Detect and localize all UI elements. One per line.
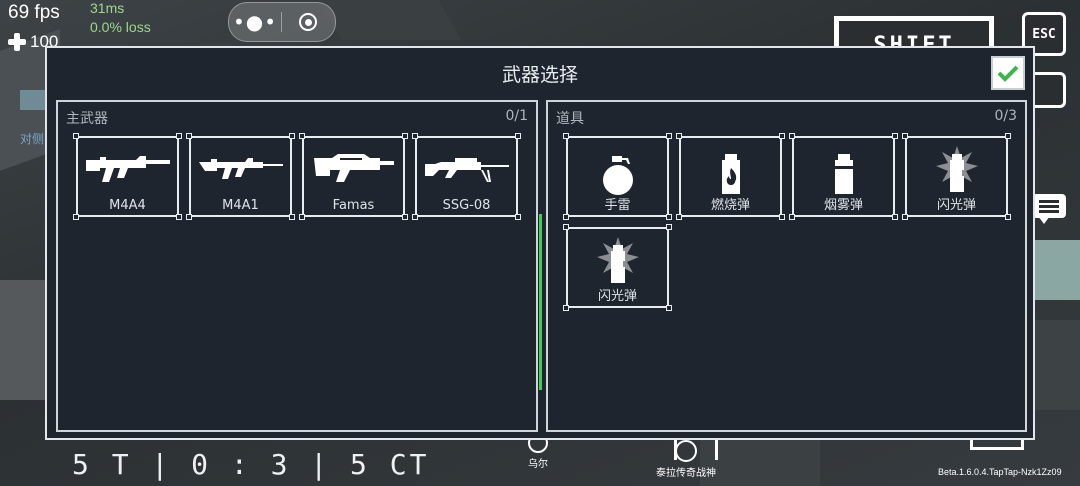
primary-weapon-count: 0/1 — [505, 108, 528, 124]
primary-weapon-header: 主武器 — [66, 111, 108, 127]
equipment-label: 燃烧弹 — [710, 198, 750, 213]
famas-rifle-icon — [313, 154, 394, 182]
sniper-rifle-icon — [424, 158, 509, 182]
weapon-label: Famas — [332, 198, 375, 213]
player-marker: 泰拉传奇战神 — [656, 440, 716, 479]
m4a1-rifle-icon — [198, 158, 283, 179]
fps-counter: 69 fps — [8, 2, 60, 23]
frag-grenade-icon — [602, 156, 633, 195]
equipment-panel: 道具 0/3 手雷 燃烧弹 烟雾弹 闪光弹 闪光弹 — [546, 100, 1027, 432]
weapon-slot-famas[interactable]: Famas — [299, 133, 408, 220]
confirm-button[interactable] — [991, 56, 1025, 90]
weapon-slot-m4a4[interactable]: M4A4 — [73, 133, 182, 220]
chat-button[interactable] — [1030, 192, 1070, 226]
team-side-label: 对侧 — [20, 132, 45, 146]
equipment-slot-flashbang[interactable]: 闪光弹 — [563, 224, 672, 311]
more-menu-button[interactable]: •●• — [229, 3, 281, 41]
equipment-count: 0/3 — [994, 108, 1017, 124]
primary-weapon-panel: 主武器 0/1 M4A4 M4A1 Famas SSG-08 — [56, 100, 538, 432]
flashbang-icon — [596, 237, 639, 283]
round-score: 5 T | 0 : 3 | 5 CT — [72, 448, 430, 481]
map-wall — [700, 440, 820, 486]
health-cross-icon — [8, 33, 26, 51]
equipment-label: 闪光弹 — [597, 289, 637, 304]
m4a4-rifle-icon — [85, 156, 170, 182]
equipment-slot-flashbang[interactable]: 闪光弹 — [902, 133, 1011, 220]
player-name: 乌尔 — [528, 459, 548, 470]
player-ring-icon — [675, 440, 697, 462]
weapon-slot-ssg08[interactable]: SSG-08 — [412, 133, 521, 220]
incendiary-grenade-icon — [721, 154, 740, 194]
miniprogram-capsule: •●• — [228, 2, 336, 42]
checkmark-icon — [997, 65, 1019, 82]
weapon-label: SSG-08 — [442, 198, 491, 213]
weapon-select-dialog: 武器选择 主武器 0/1 M4A4 M4A1 Famas SSG-08 道具 0… — [45, 46, 1035, 440]
map-wall — [0, 280, 45, 400]
equipment-header: 道具 — [556, 111, 584, 127]
weapon-label: M4A4 — [109, 198, 146, 213]
panel-scrollbar[interactable] — [539, 214, 542, 390]
player-name: 泰拉传奇战神 — [656, 468, 716, 479]
version-label: Beta.1.6.0.4.TapTap-Nzk1Zz09 — [938, 467, 1062, 477]
equipment-label: 手雷 — [604, 198, 631, 213]
smoke-grenade-icon — [834, 154, 853, 194]
target-icon — [299, 13, 317, 31]
equipment-slot-frag-grenade[interactable]: 手雷 — [563, 133, 672, 220]
weapon-slot-m4a1[interactable]: M4A1 — [186, 133, 295, 220]
equipment-label: 烟雾弹 — [823, 198, 863, 213]
equipment-slot-incendiary[interactable]: 燃烧弹 — [676, 133, 785, 220]
ping-readout: 31ms — [90, 0, 125, 16]
equipment-slot-smoke[interactable]: 烟雾弹 — [789, 133, 898, 220]
dialog-title: 武器选择 — [501, 64, 578, 86]
flashbang-icon — [935, 146, 978, 192]
map-wall — [318, 0, 462, 40]
weapon-label: M4A1 — [222, 198, 259, 213]
packet-loss-readout: 0.0% loss — [90, 19, 151, 35]
chat-bubble-icon — [1032, 194, 1066, 218]
close-miniprogram-button[interactable] — [282, 13, 334, 31]
equipment-label: 闪光弹 — [936, 198, 976, 213]
